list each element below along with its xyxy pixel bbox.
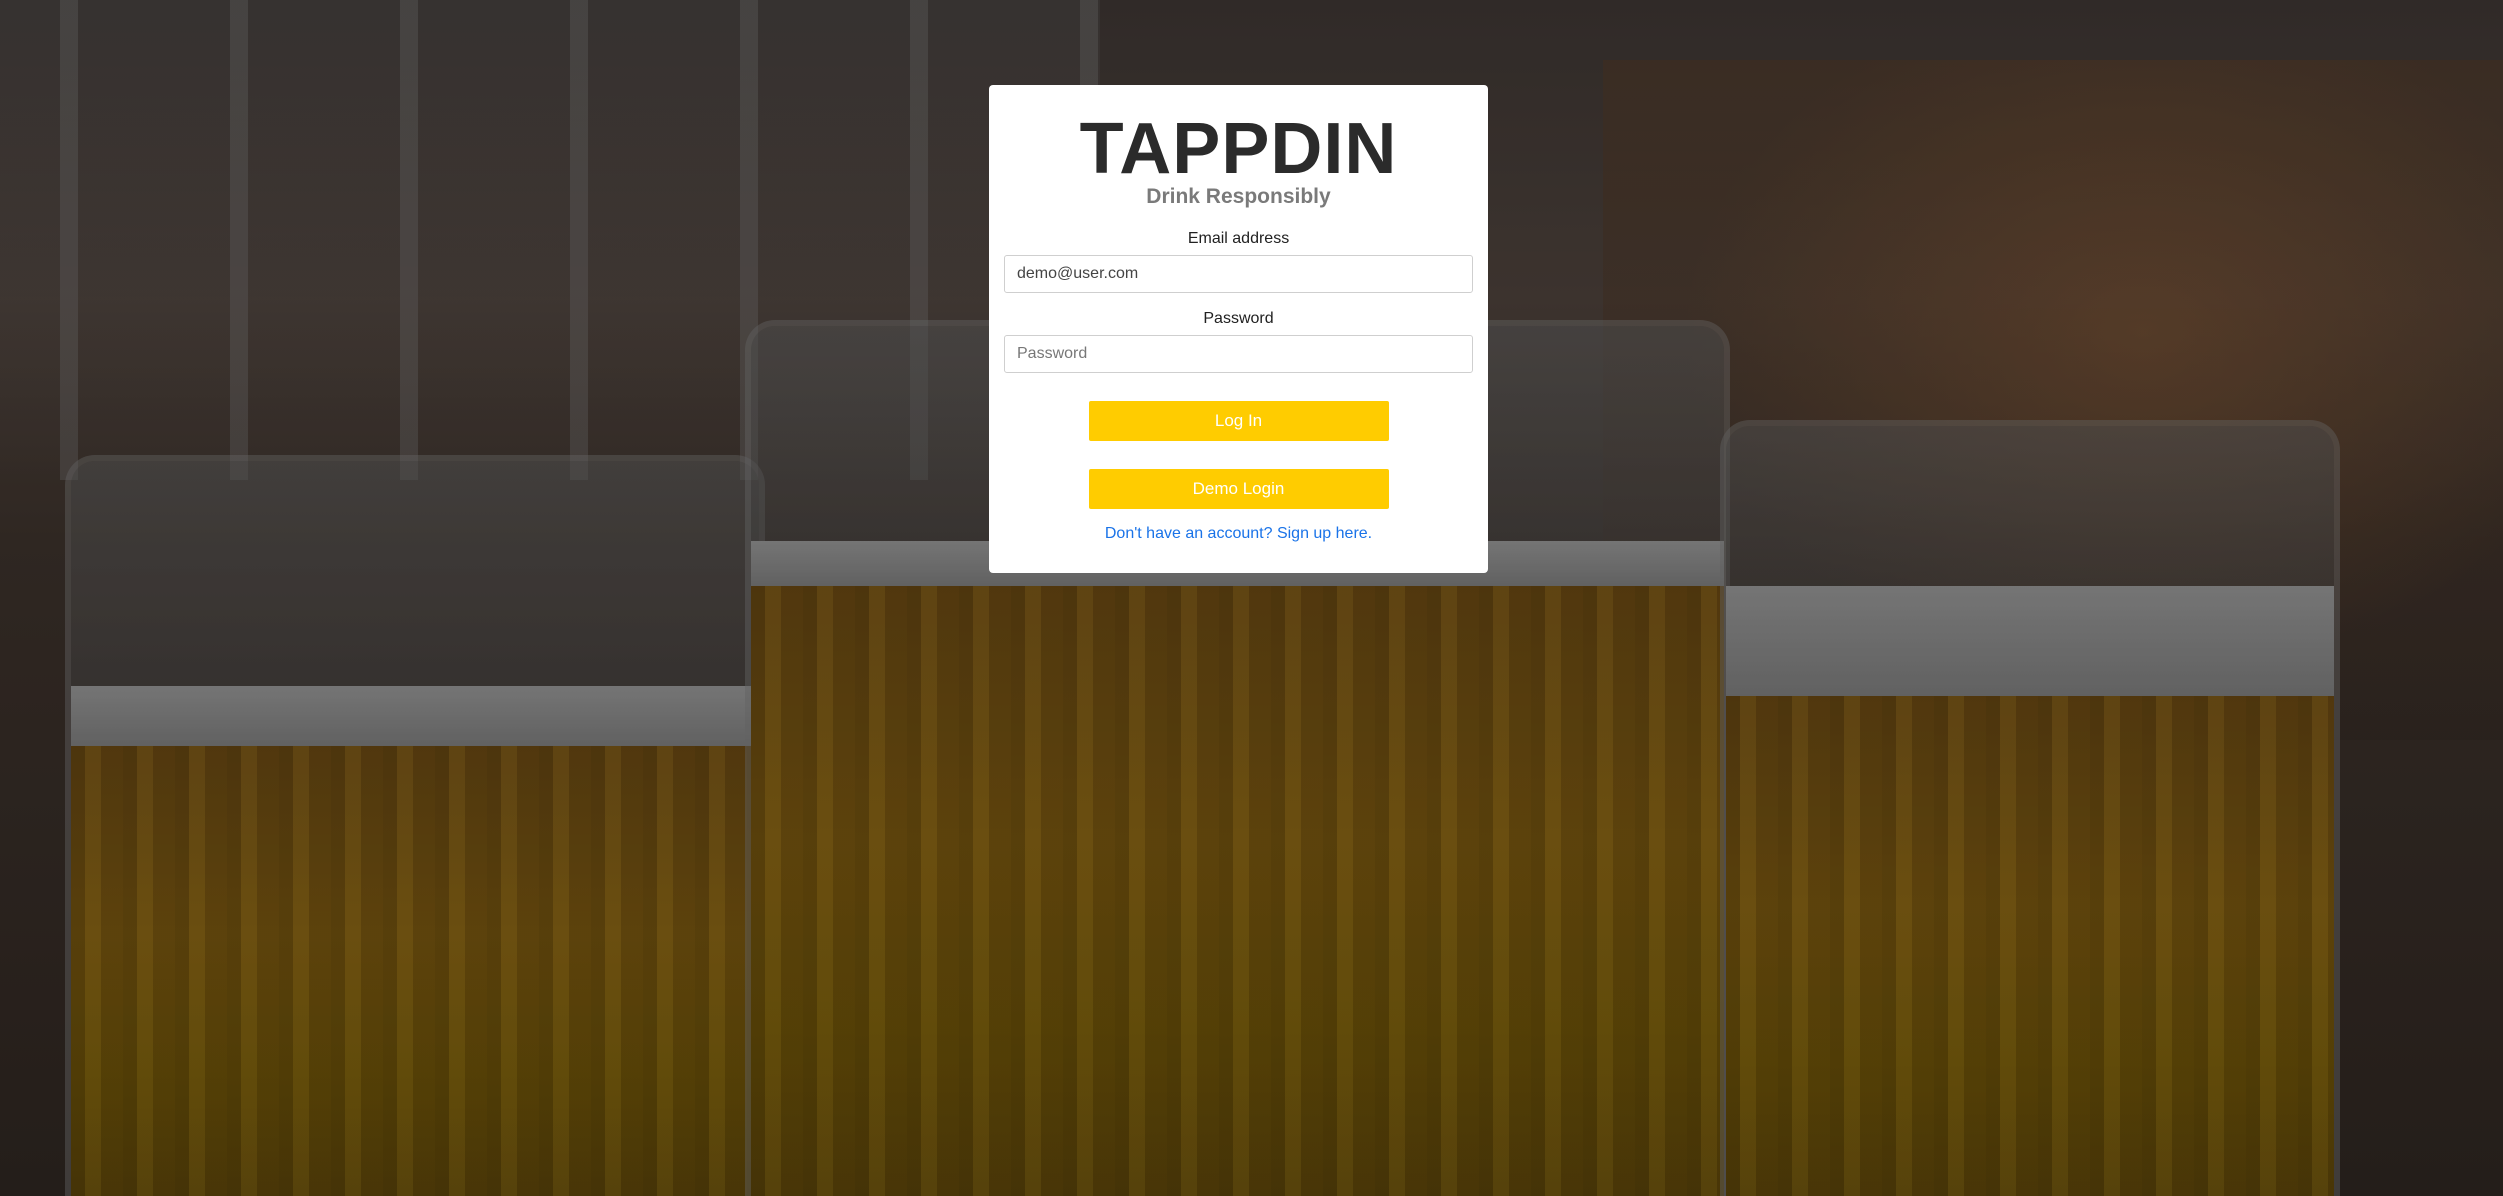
app-tagline: Drink Responsibly xyxy=(1146,185,1331,208)
login-page: TAPPDIN Drink Responsibly Email address … xyxy=(0,0,2503,1196)
app-logo: TAPPDIN xyxy=(1079,109,1398,189)
password-field[interactable] xyxy=(1004,335,1473,373)
email-label: Email address xyxy=(1187,230,1290,247)
signup-link[interactable]: Don't have an account? Sign up here. xyxy=(1105,525,1372,543)
demo-login-button[interactable]: Demo Login xyxy=(1088,469,1389,509)
email-field[interactable] xyxy=(1004,255,1473,293)
login-button[interactable]: Log In xyxy=(1088,401,1389,441)
password-label: Password xyxy=(1203,310,1274,327)
login-card: TAPPDIN Drink Responsibly Email address … xyxy=(989,85,1488,573)
